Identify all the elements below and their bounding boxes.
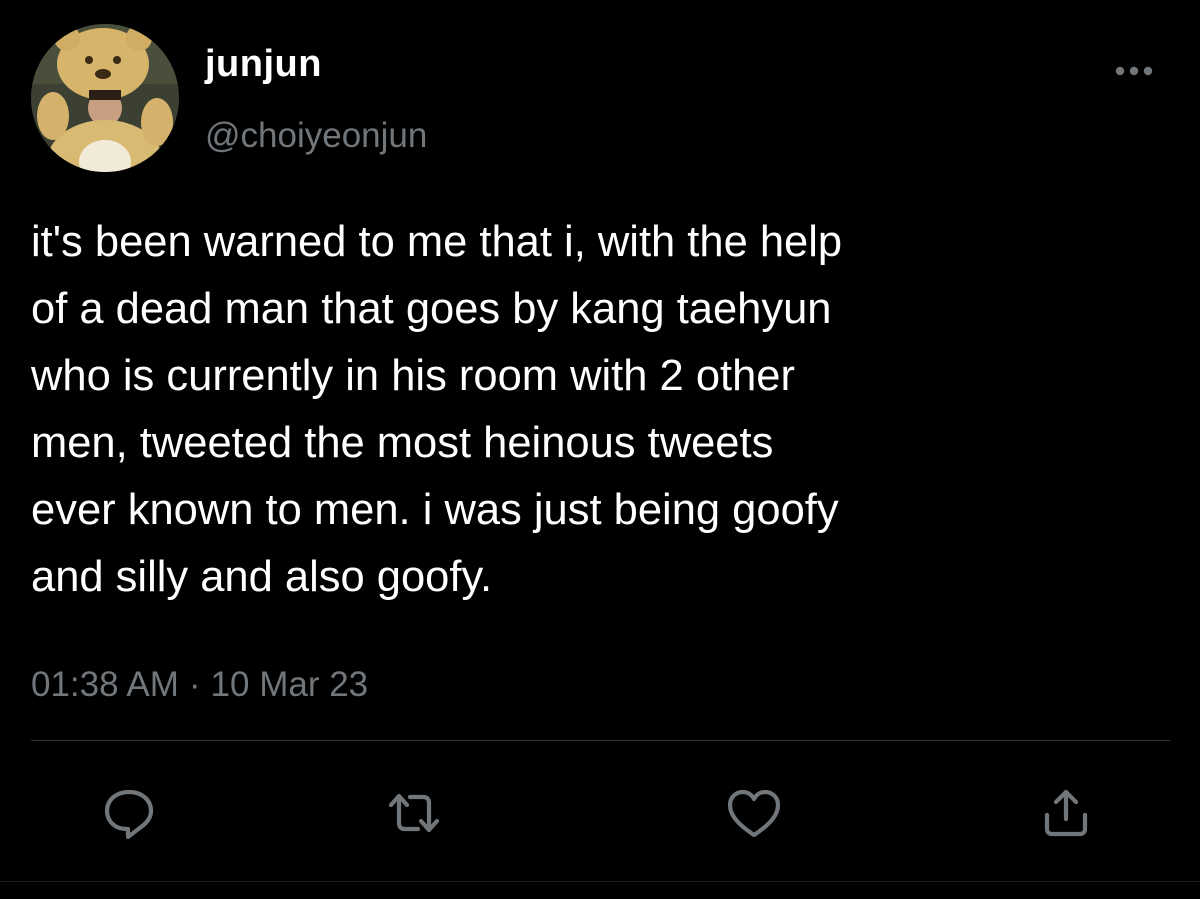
tweet-text: it's been warned to me that i, with the … [31, 218, 843, 601]
like-button[interactable] [724, 783, 784, 843]
divider [31, 740, 1170, 741]
reply-icon [104, 789, 154, 840]
more-options-button[interactable] [1108, 56, 1168, 86]
share-icon [1044, 789, 1088, 837]
more-horizontal-icon [1115, 66, 1153, 76]
tweet-date: 10 Mar 23 [210, 665, 369, 704]
tweet-timestamp[interactable]: 01:38 AM · 10 Mar 23 [31, 663, 368, 707]
avatar-image [31, 24, 179, 172]
tweet-time: 01:38 AM [31, 665, 179, 704]
retweet-button[interactable] [384, 783, 444, 843]
share-button[interactable] [1036, 783, 1096, 843]
tweet-card: junjun @choiyeonjun it's been warned to … [0, 0, 1200, 899]
timestamp-separator: · [188, 665, 201, 704]
user-handle[interactable]: @choiyeonjun [205, 114, 427, 158]
display-name[interactable]: junjun [205, 40, 322, 88]
reply-button[interactable] [99, 783, 159, 843]
heart-icon [727, 789, 781, 838]
bottom-divider [0, 881, 1200, 882]
avatar[interactable] [31, 24, 179, 172]
retweet-icon [388, 793, 440, 833]
